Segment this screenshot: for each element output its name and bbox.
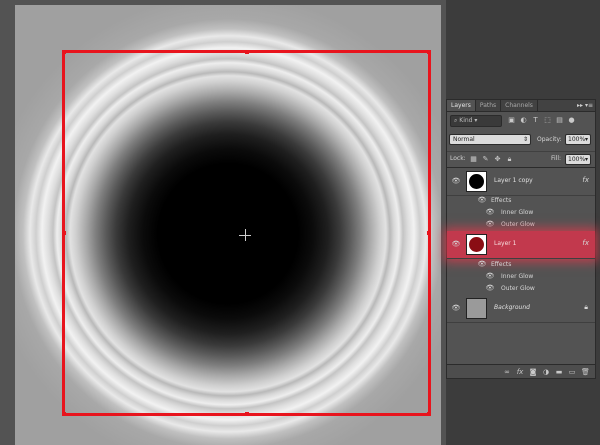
effect-row-outer-glow[interactable]: 👁︎ Outer Glow [447, 283, 595, 295]
filter-icons: ▣ ◐ T ⬚ ▤ ● [507, 115, 576, 125]
eye-icon[interactable]: 👁︎ [477, 260, 487, 268]
effect-label: Outer Glow [501, 221, 535, 228]
filter-kind-select[interactable]: ⌕ Kind ▾ [450, 115, 502, 127]
layer-row-layer-1-copy[interactable]: 👁︎ Layer 1 copy fx [447, 168, 595, 196]
fx-icon[interactable]: fx [582, 239, 589, 247]
panel-dock-edge [596, 99, 600, 445]
opacity-label: Opacity: [537, 136, 562, 143]
eye-icon[interactable]: 👁︎ [485, 220, 495, 228]
layer-row-background[interactable]: 👁︎ Background 🔒︎ [447, 295, 595, 323]
fill-input[interactable]: 100% ▾ [565, 154, 591, 165]
tab-paths[interactable]: Paths [476, 100, 502, 111]
layers-panel: Layers Paths Channels ▸▸ ▾≡ ⌕ Kind ▾ ▣ ◐… [446, 99, 596, 379]
fx-icon[interactable]: fx [582, 176, 589, 184]
layer-thumbnail [466, 171, 487, 192]
effect-row-inner-glow[interactable]: 👁︎ Inner Glow [447, 207, 595, 219]
eye-icon[interactable]: 👁︎ [485, 208, 495, 216]
selection-handle-ml[interactable] [62, 231, 66, 235]
filter-toggle-icon[interactable]: ● [567, 115, 576, 125]
lock-position-icon[interactable]: ✥ [493, 154, 502, 164]
adjustment-layer-filter-icon[interactable]: ◐ [519, 115, 528, 125]
layer-row-layer-1[interactable]: 👁︎ Layer 1 fx [447, 231, 595, 259]
opacity-input[interactable]: 100% ▾ [565, 134, 591, 145]
layer-name[interactable]: Layer 1 [494, 240, 516, 247]
effects-label: Effects [491, 261, 512, 268]
lock-image-icon[interactable]: ✎ [481, 154, 490, 164]
effect-label: Outer Glow [501, 285, 535, 292]
mask-icon[interactable]: ◙ [529, 368, 537, 376]
document-canvas[interactable] [15, 5, 441, 445]
lock-all-icon[interactable]: 🔒︎ [505, 154, 514, 164]
selection-handle-tr[interactable] [427, 50, 431, 54]
opacity-value: 100% [568, 136, 586, 143]
effect-row-inner-glow[interactable]: 👁︎ Inner Glow [447, 271, 595, 283]
blend-mode-value: Normal [453, 136, 475, 143]
selection-handle-br[interactable] [427, 412, 431, 416]
fx-icon[interactable]: fx [516, 368, 524, 376]
filter-kind-label: Kind [459, 117, 473, 124]
panel-tabs: Layers Paths Channels ▸▸ ▾≡ [447, 100, 595, 112]
lock-row: Lock: ▦ ✎ ✥ 🔒︎ Fill: 100% ▾ [447, 151, 595, 165]
blend-row: Normal ⇕ Opacity: 100% ▾ [447, 133, 595, 147]
effect-row-outer-glow[interactable]: 👁︎ Outer Glow [447, 219, 595, 231]
selection-handle-tc[interactable] [245, 50, 249, 54]
smart-object-filter-icon[interactable]: ▤ [555, 115, 564, 125]
eye-icon[interactable]: 👁︎ [451, 177, 461, 185]
shape-layer-filter-icon[interactable]: ⬚ [543, 115, 552, 125]
layer-name[interactable]: Background [494, 304, 530, 311]
effect-label: Inner Glow [501, 273, 534, 280]
eye-icon[interactable]: 👁︎ [485, 284, 495, 292]
panel-dock-top [446, 0, 600, 99]
fill-label: Fill: [551, 155, 562, 162]
eye-icon[interactable]: 👁︎ [451, 240, 461, 248]
link-icon[interactable]: ∞ [503, 368, 511, 376]
chevron-down-icon: ▾ [474, 117, 478, 124]
eye-icon[interactable]: 👁︎ [485, 272, 495, 280]
layer-thumbnail [466, 298, 487, 319]
layers-list: 👁︎ Layer 1 copy fx 👁︎ Effects 👁︎ Inner G… [447, 167, 595, 364]
chevron-down-icon: ▾ [584, 136, 588, 143]
layers-bottom-bar: ∞ fx ◙ ◑ ▬ ▭ 🗑︎ [447, 364, 595, 378]
canvas-workspace [0, 0, 446, 445]
panel-dock-bottom [446, 379, 596, 445]
effect-label: Inner Glow [501, 209, 534, 216]
blend-mode-select[interactable]: Normal ⇕ [449, 134, 531, 145]
type-layer-filter-icon[interactable]: T [531, 115, 540, 125]
lock-label: Lock: [450, 155, 466, 162]
adjustment-icon[interactable]: ◑ [542, 368, 550, 376]
chevron-down-icon: ▾ [584, 156, 588, 163]
filter-row: ⌕ Kind ▾ ▣ ◐ T ⬚ ▤ ● [447, 114, 595, 128]
folder-icon[interactable]: ▬ [555, 368, 563, 376]
lock-transparency-icon[interactable]: ▦ [469, 154, 478, 164]
pixel-layer-filter-icon[interactable]: ▣ [507, 115, 516, 125]
new-layer-icon[interactable]: ▭ [568, 368, 576, 376]
tab-layers[interactable]: Layers [447, 100, 476, 111]
selection-handle-bl[interactable] [62, 412, 66, 416]
center-crosshair [239, 229, 251, 241]
effects-row[interactable]: 👁︎ Effects [447, 259, 595, 271]
tab-channels[interactable]: Channels [501, 100, 538, 111]
lock-icon[interactable]: 🔒︎ [584, 303, 588, 312]
chevron-updown-icon: ⇕ [522, 136, 528, 143]
lock-icons: ▦ ✎ ✥ 🔒︎ [469, 154, 514, 164]
fill-value: 100% [568, 156, 586, 163]
effects-row[interactable]: 👁︎ Effects [447, 195, 595, 207]
eye-icon[interactable]: 👁︎ [451, 304, 461, 312]
panel-menu-button[interactable]: ▸▸ ▾≡ [577, 100, 593, 112]
selection-handle-bc[interactable] [245, 412, 249, 416]
layer-name[interactable]: Layer 1 copy [494, 177, 533, 184]
layer-thumbnail [466, 234, 487, 255]
effects-label: Effects [491, 197, 512, 204]
eye-icon[interactable]: 👁︎ [477, 196, 487, 204]
selection-handle-mr[interactable] [427, 231, 431, 235]
trash-icon[interactable]: 🗑︎ [581, 368, 590, 376]
selection-handle-tl[interactable] [62, 50, 66, 54]
